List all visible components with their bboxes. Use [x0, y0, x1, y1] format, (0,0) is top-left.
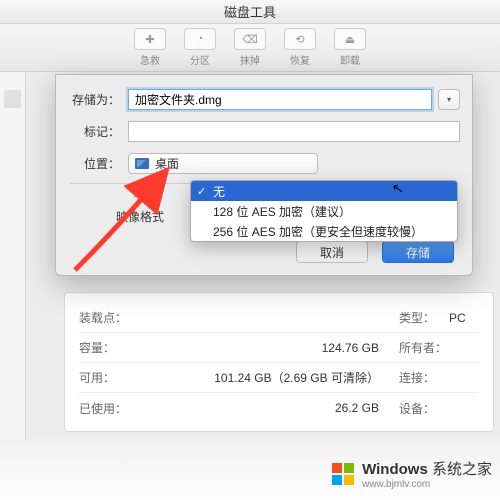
encryption-dropdown[interactable]: ✓ 无 128 位 AES 加密（建议） 256 位 AES 加密（更安全但速度… — [190, 180, 458, 242]
window-title: 磁盘工具 — [224, 2, 276, 21]
info-owner-label: 所有者： — [399, 339, 449, 356]
info-row: 可用： 101.24 GB（2.69 GB 可清除） 连接： — [79, 363, 479, 393]
toolbar-first-aid[interactable]: ✚急救 — [125, 28, 175, 67]
save-sheet: 存储为： ▾ 标记： 位置： 桌面 加密 映像格式 ✓ 无 128 位 AES … — [55, 74, 473, 276]
info-type-value: PC — [449, 311, 479, 325]
location-label: 位置： — [68, 155, 128, 172]
info-row: 装载点： 类型： PC — [79, 303, 479, 333]
tags-label: 标记： — [68, 123, 128, 140]
toolbar-restore[interactable]: ⟲恢复 — [275, 28, 325, 67]
dropdown-option-aes128[interactable]: 128 位 AES 加密（建议） — [191, 201, 457, 221]
save-as-input[interactable] — [128, 89, 432, 110]
dropdown-option-aes256[interactable]: 256 位 AES 加密（更安全但速度较慢） — [191, 221, 457, 241]
tags-input[interactable] — [128, 121, 460, 142]
tags-row: 标记： — [68, 117, 460, 145]
toolbar-unmount[interactable]: ⏏卸载 — [325, 28, 375, 67]
windows-logo-icon — [332, 463, 354, 485]
location-value: 桌面 — [155, 155, 179, 172]
info-connection-label: 连接： — [399, 369, 449, 386]
chevron-down-icon: ▾ — [447, 95, 451, 104]
info-mount-label: 装载点： — [79, 309, 135, 326]
cancel-button[interactable]: 取消 — [296, 241, 368, 263]
first-aid-icon: ✚ — [134, 28, 166, 50]
info-capacity-label: 容量： — [79, 339, 135, 356]
expand-button[interactable]: ▾ — [438, 89, 460, 110]
watermark-sub: 系统之家 — [432, 461, 492, 478]
dropdown-option-none[interactable]: ✓ 无 — [191, 181, 457, 201]
sidebar-disk-item[interactable] — [4, 90, 21, 108]
info-capacity-value: 124.76 GB — [135, 341, 399, 355]
location-row: 位置： 桌面 — [68, 149, 460, 177]
volume-info-panel: 装载点： 类型： PC 容量： 124.76 GB 所有者： 可用： 101.2… — [64, 292, 494, 432]
unmount-icon: ⏏ — [334, 28, 366, 50]
checkmark-icon: ✓ — [197, 185, 206, 198]
info-row: 已使用： 26.2 GB 设备： — [79, 393, 479, 423]
watermark-url: www.bjmlv.com — [362, 479, 492, 490]
info-device-label: 设备： — [399, 400, 449, 417]
format-label: 映像格式 — [116, 208, 164, 225]
toolbar-partition[interactable]: ◔分区 — [175, 28, 225, 67]
partition-icon: ◔ — [184, 28, 216, 50]
restore-icon: ⟲ — [284, 28, 316, 50]
desktop-icon — [135, 158, 149, 169]
location-select[interactable]: 桌面 — [128, 153, 318, 174]
info-used-label: 已使用： — [79, 400, 135, 417]
toolbar-erase[interactable]: ⌫抹掉 — [225, 28, 275, 67]
info-available-value: 101.24 GB（2.69 GB 可清除） — [135, 369, 399, 386]
watermark: Windows 系统之家 www.bjmlv.com — [332, 458, 492, 490]
watermark-brand: Windows — [362, 461, 428, 478]
save-as-row: 存储为： ▾ — [68, 85, 460, 113]
encryption-label: 加密 — [134, 183, 158, 200]
info-used-value: 26.2 GB — [135, 401, 399, 415]
sidebar — [0, 72, 26, 440]
save-button[interactable]: 存储 — [382, 241, 454, 263]
info-available-label: 可用： — [79, 369, 135, 386]
toolbar: ✚急救 ◔分区 ⌫抹掉 ⟲恢复 ⏏卸载 — [0, 24, 500, 72]
save-as-label: 存储为： — [68, 91, 128, 108]
info-row: 容量： 124.76 GB 所有者： — [79, 333, 479, 363]
info-type-label: 类型： — [399, 309, 449, 326]
window-titlebar: 磁盘工具 — [0, 0, 500, 24]
button-row: 取消 存储 — [296, 241, 454, 263]
erase-icon: ⌫ — [234, 28, 266, 50]
